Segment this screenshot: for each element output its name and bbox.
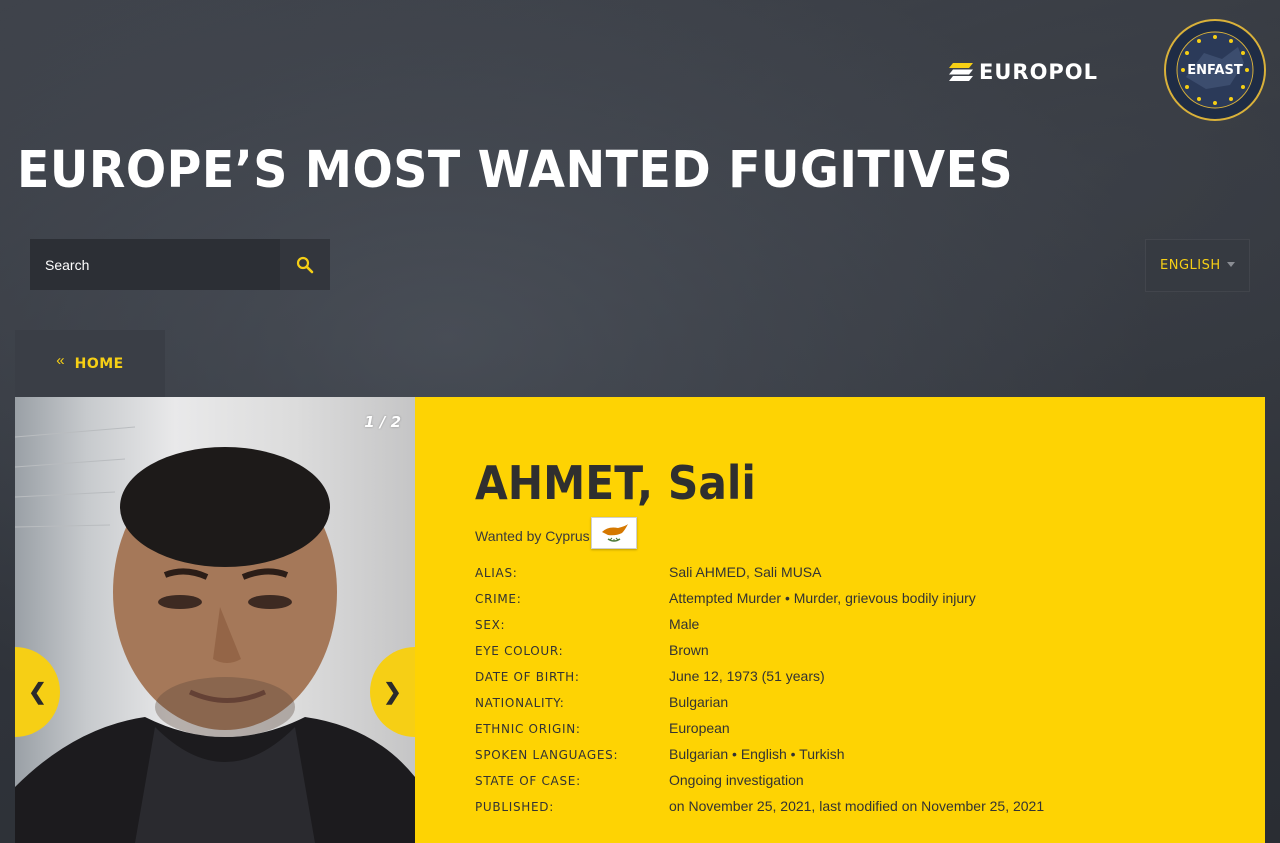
search-button[interactable] [280, 239, 330, 290]
europol-stripes-icon [949, 63, 973, 81]
home-label: HOME [74, 355, 124, 372]
fugitive-photo: 1 / 2 [15, 397, 415, 843]
detail-label: DATE OF BIRTH: [475, 670, 580, 684]
chevron-left-icon: ❮ [28, 679, 47, 704]
detail-row-crime: CRIME: Attempted Murder • Murder, grievo… [475, 590, 1235, 612]
detail-value: Bulgarian [669, 694, 729, 710]
chevron-down-icon [1227, 262, 1235, 267]
detail-value: Sali AHMED, Sali MUSA [669, 564, 822, 580]
detail-value: on November 25, 2021, last modified on N… [669, 798, 1045, 814]
europol-logo[interactable]: EUROPOL [949, 60, 1124, 84]
detail-value: Ongoing investigation [669, 772, 804, 788]
detail-label: SEX: [475, 618, 506, 632]
europol-logo-text: EUROPOL [979, 60, 1099, 84]
cyprus-flag-icon[interactable] [591, 517, 637, 549]
detail-label: STATE OF CASE: [475, 774, 581, 788]
detail-row-sex: SEX: Male [475, 616, 1235, 638]
enfast-badge[interactable]: ENFAST [1164, 19, 1266, 121]
fugitive-portrait-image [15, 426, 415, 843]
detail-label: EYE COLOUR: [475, 644, 564, 658]
language-select[interactable]: ENGLISH [1146, 240, 1249, 291]
enfast-badge-text: ENFAST [1187, 63, 1243, 78]
search-input[interactable] [30, 239, 280, 290]
page-title: EUROPE’S MOST WANTED FUGITIVES [17, 141, 1014, 200]
fugitive-details-panel: AHMET, Sali Wanted by Cyprus ALIAS: Sali… [415, 397, 1265, 843]
home-button[interactable]: « HOME [15, 330, 165, 397]
language-selected-label: ENGLISH [1160, 258, 1221, 273]
detail-row-eye-colour: EYE COLOUR: Brown [475, 642, 1235, 664]
detail-label: ETHNIC ORIGIN: [475, 722, 581, 736]
wanted-by-text: Wanted by Cyprus [475, 528, 590, 544]
detail-label: ALIAS: [475, 566, 518, 580]
detail-value: June 12, 1973 (51 years) [669, 668, 825, 684]
detail-row-ethnic-origin: ETHNIC ORIGIN: European [475, 720, 1235, 742]
detail-row-nationality: NATIONALITY: Bulgarian [475, 694, 1235, 716]
detail-value: Bulgarian • English • Turkish [669, 746, 845, 762]
fugitive-name: AHMET, Sali [475, 456, 756, 510]
detail-label: PUBLISHED: [475, 800, 554, 814]
detail-label: SPOKEN LANGUAGES: [475, 748, 619, 762]
detail-value: Attempted Murder • Murder, grievous bodi… [669, 590, 976, 606]
search-box [30, 239, 330, 290]
photo-counter: 1 / 2 [364, 413, 401, 431]
detail-value: Male [669, 616, 700, 632]
cyprus-map-icon [602, 524, 628, 542]
detail-value: Brown [669, 642, 709, 658]
detail-row-state-of-case: STATE OF CASE: Ongoing investigation [475, 772, 1235, 794]
chevron-right-icon: ❯ [383, 679, 402, 704]
double-chevron-left-icon: « [56, 352, 65, 369]
detail-row-published: PUBLISHED: on November 25, 2021, last mo… [475, 798, 1235, 820]
detail-row-spoken-languages: SPOKEN LANGUAGES: Bulgarian • English • … [475, 746, 1235, 768]
detail-label: CRIME: [475, 592, 522, 606]
detail-value: European [669, 720, 730, 736]
search-icon [296, 256, 314, 273]
detail-row-alias: ALIAS: Sali AHMED, Sali MUSA [475, 564, 1235, 586]
detail-row-date-of-birth: DATE OF BIRTH: June 12, 1973 (51 years) [475, 668, 1235, 690]
detail-label: NATIONALITY: [475, 696, 565, 710]
